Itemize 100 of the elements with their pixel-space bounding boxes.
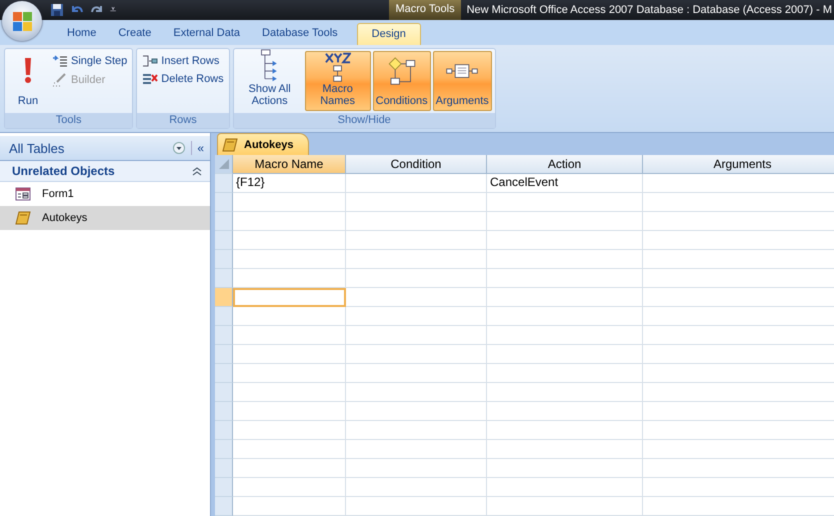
table-cell[interactable]	[233, 326, 346, 345]
row-selector[interactable]	[215, 231, 233, 250]
table-cell[interactable]	[487, 193, 643, 212]
row-selector[interactable]	[215, 307, 233, 326]
row-selector[interactable]	[215, 326, 233, 345]
table-cell[interactable]: CancelEvent	[487, 174, 643, 193]
arguments-button[interactable]: Arguments	[432, 51, 492, 111]
chevron-up-icon[interactable]	[192, 166, 202, 176]
document-tab[interactable]: Autokeys	[217, 133, 309, 155]
customize-toolbar-button[interactable]: ⩡	[110, 4, 116, 16]
table-cell[interactable]	[346, 231, 487, 250]
table-cell[interactable]	[487, 364, 643, 383]
select-all-icon[interactable]	[218, 158, 230, 170]
ribbon-tab[interactable]: Create	[107, 23, 162, 45]
table-cell[interactable]	[346, 459, 487, 478]
table-cell[interactable]	[487, 250, 643, 269]
table-cell[interactable]	[346, 478, 487, 497]
table-cell[interactable]	[233, 231, 346, 250]
table-cell[interactable]	[346, 364, 487, 383]
table-cell[interactable]	[233, 459, 346, 478]
table-cell[interactable]	[233, 478, 346, 497]
table-cell[interactable]	[233, 250, 346, 269]
table-cell[interactable]	[233, 383, 346, 402]
table-cell[interactable]	[346, 193, 487, 212]
table-cell[interactable]	[233, 288, 346, 307]
ribbon-tab[interactable]: Home	[56, 23, 108, 45]
table-cell[interactable]	[346, 402, 487, 421]
table-cell[interactable]	[346, 174, 487, 193]
run-button[interactable]: Run	[8, 51, 48, 111]
table-cell[interactable]	[233, 497, 346, 516]
ribbon-tab[interactable]: Database Tools	[251, 23, 349, 45]
column-header[interactable]: Arguments	[643, 155, 834, 174]
table-cell[interactable]	[346, 421, 487, 440]
table-cell[interactable]	[487, 326, 643, 345]
table-cell[interactable]	[233, 307, 346, 326]
row-selector[interactable]	[215, 250, 233, 269]
table-cell[interactable]	[346, 269, 487, 288]
table-cell[interactable]	[487, 269, 643, 288]
table-cell[interactable]	[346, 345, 487, 364]
row-selector[interactable]	[215, 478, 233, 497]
row-selector[interactable]	[215, 383, 233, 402]
table-cell[interactable]	[487, 421, 643, 440]
row-selector[interactable]	[215, 212, 233, 231]
insert-rows-button[interactable]: Insert Rows	[140, 54, 226, 68]
table-cell[interactable]	[233, 402, 346, 421]
table-cell[interactable]	[233, 269, 346, 288]
table-cell[interactable]	[233, 212, 346, 231]
table-cell[interactable]	[346, 440, 487, 459]
table-cell[interactable]	[233, 364, 346, 383]
table-cell[interactable]	[487, 478, 643, 497]
ribbon-tab[interactable]: Design	[356, 23, 421, 45]
table-cell[interactable]	[487, 383, 643, 402]
table-cell[interactable]	[346, 497, 487, 516]
table-cell[interactable]: {F12}	[233, 174, 346, 193]
column-header[interactable]: Macro Name	[233, 155, 346, 174]
table-cell[interactable]	[346, 383, 487, 402]
table-cell[interactable]	[487, 307, 643, 326]
show-all-actions-button[interactable]: Show All Actions	[236, 51, 303, 111]
table-cell[interactable]	[487, 497, 643, 516]
table-cell[interactable]	[487, 288, 643, 307]
conditions-button[interactable]: Conditions	[372, 51, 431, 111]
row-selector[interactable]	[215, 440, 233, 459]
dropdown-icon[interactable]	[173, 142, 186, 154]
row-selector[interactable]	[215, 288, 233, 307]
table-cell[interactable]	[487, 440, 643, 459]
row-selector[interactable]	[215, 345, 233, 364]
table-cell[interactable]	[346, 307, 487, 326]
table-cell[interactable]	[233, 193, 346, 212]
row-selector[interactable]	[215, 402, 233, 421]
navigation-pane-title[interactable]: All Tables	[9, 140, 168, 156]
table-cell[interactable]	[487, 402, 643, 421]
table-cell[interactable]	[487, 212, 643, 231]
row-selector[interactable]	[215, 459, 233, 478]
navigation-item[interactable]: Autokeys	[0, 206, 210, 230]
save-icon[interactable]	[50, 3, 64, 17]
ribbon-tab[interactable]: External Data	[162, 23, 252, 45]
collapse-pane-button[interactable]: «	[191, 141, 204, 155]
office-button[interactable]	[2, 1, 42, 41]
column-header[interactable]: Condition	[346, 155, 487, 174]
table-cell[interactable]	[487, 231, 643, 250]
table-cell[interactable]	[346, 288, 487, 307]
table-cell[interactable]	[233, 440, 346, 459]
navigation-item[interactable]: Form1	[0, 182, 210, 206]
row-selector[interactable]	[215, 269, 233, 288]
table-cell[interactable]	[487, 345, 643, 364]
table-cell[interactable]	[487, 459, 643, 478]
macro-names-button[interactable]: Macro Names	[304, 51, 371, 111]
single-step-button[interactable]: Single Step	[50, 54, 130, 68]
row-selector[interactable]	[215, 421, 233, 440]
table-cell[interactable]	[346, 250, 487, 269]
table-cell[interactable]	[233, 421, 346, 440]
table-cell[interactable]	[346, 212, 487, 231]
row-selector[interactable]	[215, 174, 233, 193]
delete-rows-button[interactable]: Delete Rows	[140, 72, 226, 86]
table-cell[interactable]	[233, 345, 346, 364]
row-selector[interactable]	[215, 497, 233, 516]
row-selector[interactable]	[215, 193, 233, 212]
row-selector[interactable]	[215, 364, 233, 383]
table-cell[interactable]	[346, 326, 487, 345]
column-header[interactable]: Action	[487, 155, 643, 174]
